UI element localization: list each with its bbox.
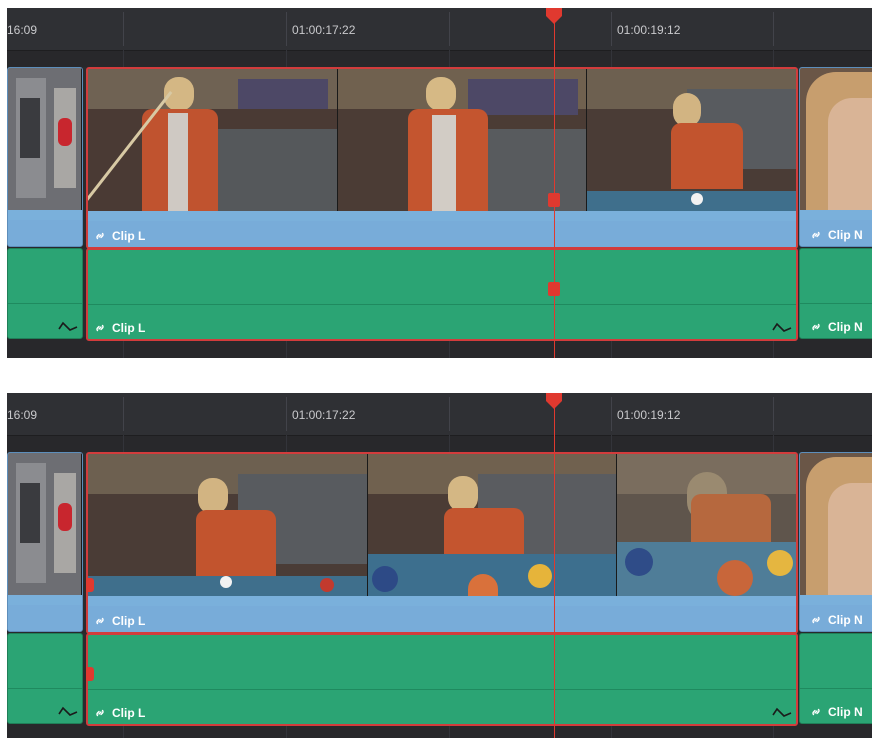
link-icon bbox=[812, 616, 820, 624]
clip-label-bar: Clip L bbox=[88, 221, 796, 247]
link-icon bbox=[96, 324, 104, 332]
link-icon bbox=[812, 708, 820, 716]
timeline-panel-before: 16:09 01:00:17:22 01:00:19:12 Clip L Cli… bbox=[7, 8, 872, 358]
playhead-audio-handle[interactable] bbox=[548, 282, 560, 296]
clip-label-bar: Clip N bbox=[800, 220, 872, 246]
playhead-marker-icon[interactable] bbox=[544, 393, 564, 411]
video-clip-next[interactable]: Clip N bbox=[799, 67, 872, 247]
timecode-mid: 01:00:17:22 bbox=[292, 23, 356, 37]
video-clip-selected[interactable]: Clip L bbox=[86, 452, 798, 634]
clip-name: Clip L bbox=[112, 706, 146, 720]
video-clip-previous[interactable] bbox=[7, 67, 83, 247]
ruler-tick bbox=[773, 12, 774, 46]
playhead-line[interactable] bbox=[554, 8, 555, 358]
audio-clip-selected[interactable]: Clip L bbox=[86, 248, 798, 341]
playhead-marker-icon[interactable] bbox=[544, 8, 564, 26]
thumbnail-pool-cue-2 bbox=[338, 69, 587, 211]
thumbnail-graffiti-wall bbox=[8, 453, 82, 595]
playhead-line[interactable] bbox=[554, 393, 555, 738]
playhead-video-handle[interactable] bbox=[548, 193, 560, 207]
thumbnail-pool-table-1 bbox=[88, 454, 369, 596]
audio-curve-icon[interactable] bbox=[772, 705, 792, 719]
ruler-tick bbox=[449, 12, 450, 46]
audio-clip-previous[interactable] bbox=[7, 248, 83, 339]
link-icon bbox=[96, 709, 104, 717]
link-icon bbox=[96, 617, 104, 625]
audio-curve-icon[interactable] bbox=[58, 319, 78, 333]
thumbnail-pool-table-2 bbox=[368, 454, 617, 596]
thumbnail-closeup bbox=[800, 453, 872, 595]
audio-curve-icon[interactable] bbox=[58, 704, 78, 718]
audio-curve-icon[interactable] bbox=[772, 320, 792, 334]
link-icon bbox=[812, 231, 820, 239]
link-icon bbox=[812, 323, 820, 331]
clip-name: Clip N bbox=[828, 613, 863, 627]
timecode-right: 01:00:19:12 bbox=[617, 23, 681, 37]
slip-handle-video[interactable] bbox=[86, 578, 94, 592]
clip-name: Clip N bbox=[828, 320, 863, 334]
timecode-right: 01:00:19:12 bbox=[617, 408, 681, 422]
clip-name: Clip L bbox=[112, 229, 146, 243]
video-clip-next[interactable]: Clip N bbox=[799, 452, 872, 632]
ruler-tick bbox=[449, 397, 450, 431]
clip-name: Clip N bbox=[828, 228, 863, 242]
timeline-panel-after: 16:09 01:00:17:22 01:00:19:12 Clip L Cli… bbox=[7, 393, 872, 738]
audio-clip-next[interactable]: Clip N bbox=[799, 248, 872, 339]
timecode-ruler[interactable]: 16:09 01:00:17:22 01:00:19:12 bbox=[7, 393, 872, 436]
ruler-tick bbox=[611, 12, 612, 46]
timecode-left: 16:09 bbox=[7, 408, 38, 422]
clip-name: Clip L bbox=[112, 321, 146, 335]
ruler-tick bbox=[286, 12, 287, 46]
audio-clip-selected[interactable]: Clip L bbox=[86, 633, 798, 726]
clip-name: Clip L bbox=[112, 614, 146, 628]
clip-label-bar: Clip N bbox=[800, 605, 872, 631]
timecode-ruler[interactable]: 16:09 01:00:17:22 01:00:19:12 bbox=[7, 8, 872, 51]
ruler-tick bbox=[611, 397, 612, 431]
video-clip-previous[interactable] bbox=[7, 452, 83, 632]
link-icon bbox=[96, 232, 104, 240]
ruler-tick bbox=[123, 397, 124, 431]
ruler-tick bbox=[123, 12, 124, 46]
thumbnail-closeup bbox=[800, 68, 872, 210]
audio-clip-previous[interactable] bbox=[7, 633, 83, 724]
timecode-left: 16:09 bbox=[7, 23, 38, 37]
thumbnail-graffiti-wall bbox=[8, 68, 82, 210]
thumbnail-pool-table-1 bbox=[586, 69, 796, 211]
thumbnail-pool-cue-1 bbox=[88, 69, 339, 211]
video-clip-selected[interactable]: Clip L bbox=[86, 67, 798, 249]
clip-name: Clip N bbox=[828, 705, 863, 719]
timecode-mid: 01:00:17:22 bbox=[292, 408, 356, 422]
ruler-tick bbox=[773, 397, 774, 431]
thumbnail-pool-table-3 bbox=[616, 454, 796, 596]
clip-label-bar: Clip L bbox=[88, 606, 796, 632]
slip-handle-audio[interactable] bbox=[86, 667, 94, 681]
audio-clip-next[interactable]: Clip N bbox=[799, 633, 872, 724]
ruler-tick bbox=[286, 397, 287, 431]
